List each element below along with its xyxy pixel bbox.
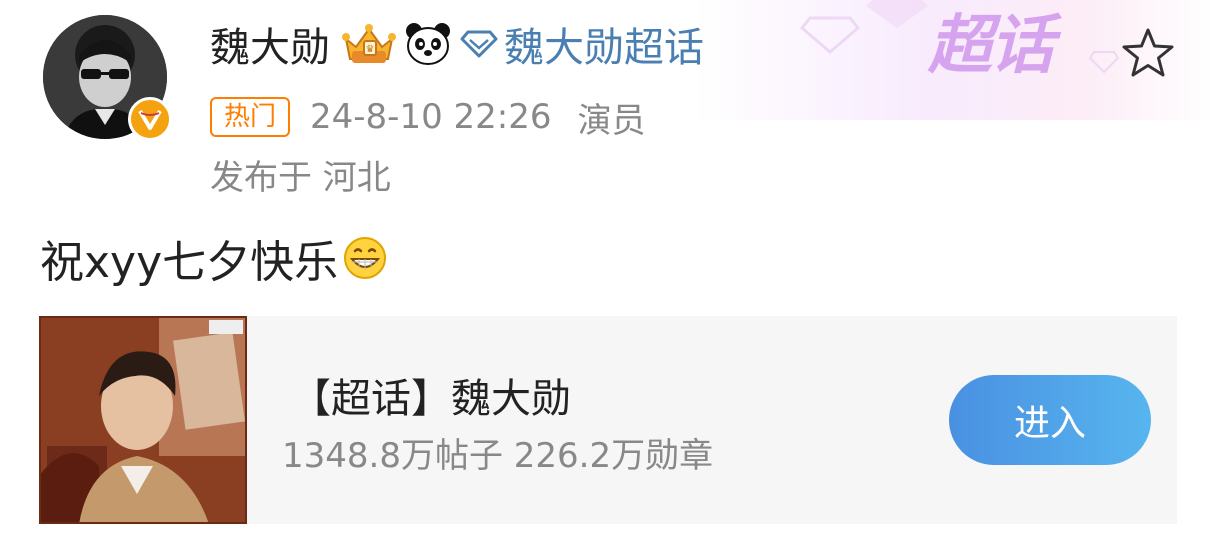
post-location: 发布于 河北 [210,158,391,198]
star-icon[interactable] [1120,26,1176,82]
background-diamond-icon [1088,51,1120,74]
post-body[interactable]: 祝xyy七夕快乐 [40,228,388,288]
author-name-row: 魏大勋 ♛ 魏大勋超话 [210,16,704,72]
hot-badge: 热门 [210,97,291,137]
enter-button[interactable]: 进入 [949,375,1151,465]
post-meta-row: 热门 24-8-10 22:26 演员 [210,92,646,142]
supertopic-cover-image [39,316,247,524]
supertopic-card[interactable]: 【超话】魏大勋 1348.8万帖子 226.2万勋章 进入 [39,316,1177,524]
crown-badge-icon[interactable]: ♛ [340,21,398,67]
verified-v-icon [128,97,172,141]
background-diamond-icon [800,16,860,54]
post-text: 祝xyy七夕快乐 [40,237,339,288]
username[interactable]: 魏大勋 [210,15,330,73]
supertopic-card-stats: 1348.8万帖子 226.2万勋章 [282,436,714,476]
svg-text:♛: ♛ [366,44,375,55]
supertopic-name: 魏大勋超话 [504,25,704,71]
author-role: 演员 [577,100,646,141]
supertopic-watermark: 超话 [928,9,1054,83]
diamond-topic-icon [460,30,498,58]
background-diamond-icon [866,0,928,28]
supertopic-card-title: 【超话】魏大勋 [291,376,571,422]
post-timestamp: 24-8-10 22:26 [310,97,552,137]
panda-icon[interactable] [404,21,452,67]
supertopic-link[interactable]: 魏大勋超话 [460,15,704,73]
grin-emoji-icon [344,237,387,279]
